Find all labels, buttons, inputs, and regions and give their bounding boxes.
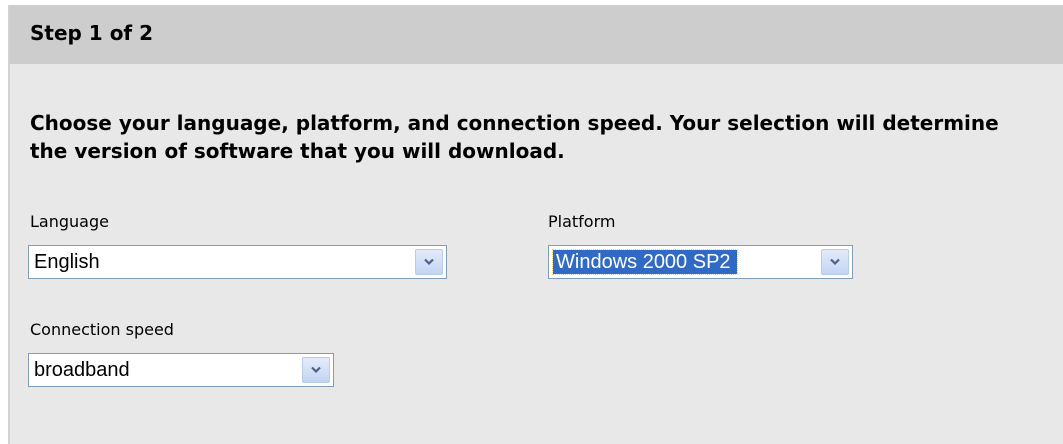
chevron-down-icon — [830, 258, 840, 266]
platform-select[interactable]: Windows 2000 SP2 — [548, 245, 853, 279]
language-select[interactable]: English — [28, 245, 447, 279]
platform-label: Platform — [548, 212, 616, 231]
download-step-panel: Step 1 of 2 Choose your language, platfo… — [8, 5, 1063, 444]
chevron-down-icon — [424, 258, 434, 266]
language-select-value: English — [34, 251, 100, 273]
step-title: Step 1 of 2 — [30, 21, 154, 45]
chevron-down-icon — [311, 366, 321, 374]
connection-speed-label: Connection speed — [30, 320, 174, 339]
language-label: Language — [30, 212, 109, 231]
language-dropdown-button[interactable] — [415, 249, 443, 275]
connection-speed-select[interactable]: broadband — [28, 353, 334, 387]
platform-select-value: Windows 2000 SP2 — [552, 249, 738, 275]
platform-dropdown-button[interactable] — [821, 249, 849, 275]
connection-speed-dropdown-button[interactable] — [302, 357, 330, 383]
panel-header: Step 1 of 2 — [10, 5, 1063, 64]
instructions-text: Choose your language, platform, and conn… — [30, 111, 999, 163]
connection-speed-select-value: broadband — [34, 359, 130, 381]
